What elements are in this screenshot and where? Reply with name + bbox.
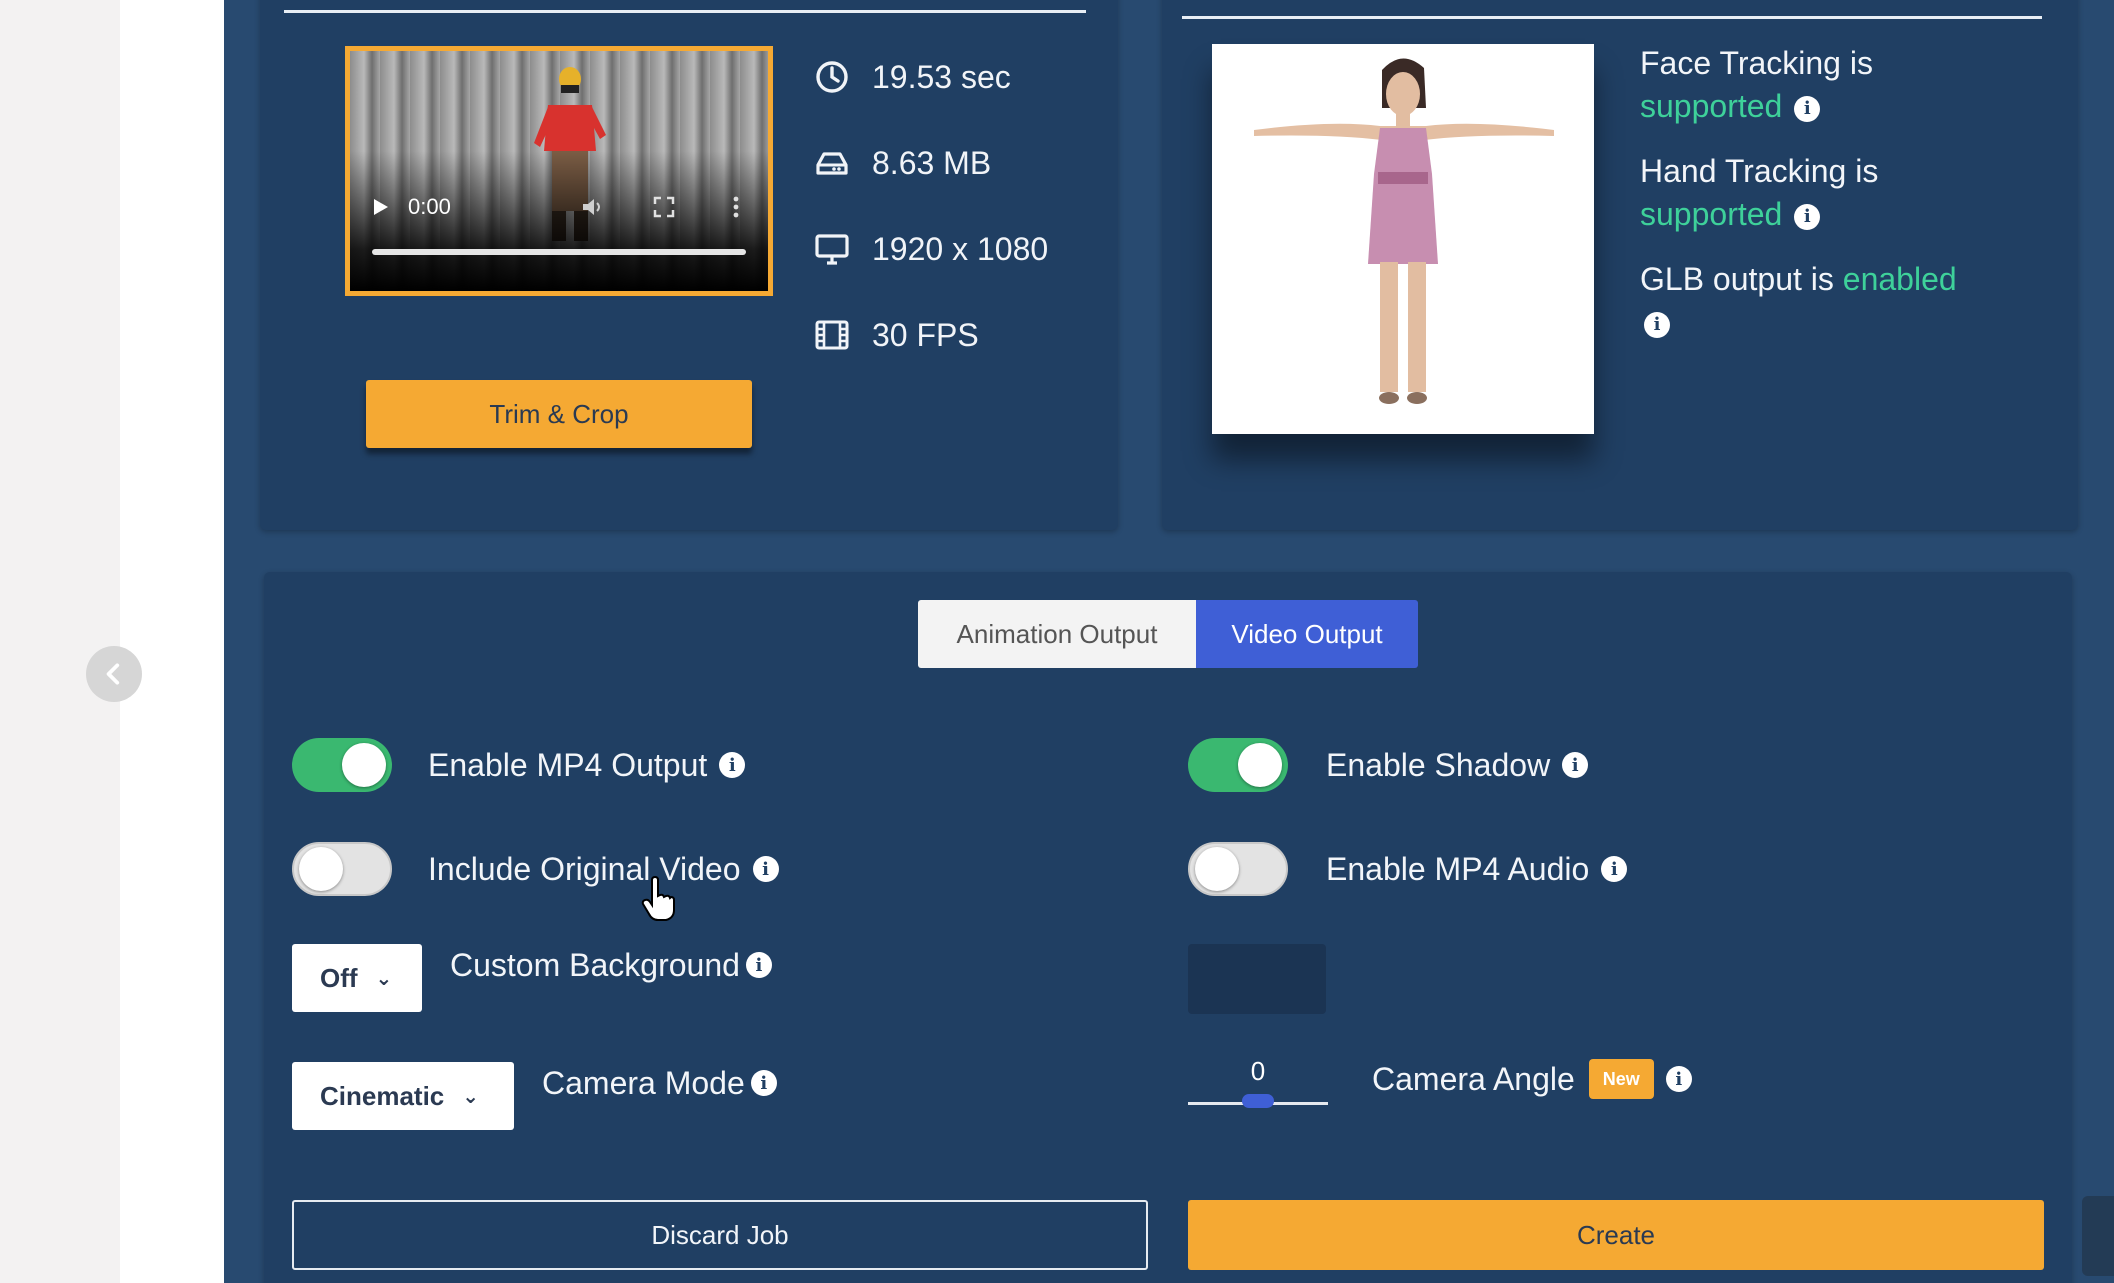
slider-handle[interactable] (1242, 1094, 1274, 1108)
background-color-swatch[interactable] (1188, 944, 1326, 1014)
create-button[interactable]: Create (1188, 1200, 2044, 1270)
output-settings-panel: Animation Output Video Output Enable MP4… (264, 572, 2072, 1283)
hard-drive-icon (816, 152, 848, 175)
trim-crop-button[interactable]: Trim & Crop (366, 380, 752, 448)
stat-resolution: 1920 x 1080 (814, 226, 1048, 272)
main-area: 0:00 19.53 sec 8.63 MB 1920 x 1080 30 FP… (224, 0, 2114, 1283)
discard-job-button[interactable]: Discard Job (292, 1200, 1148, 1270)
camera-mode-select[interactable]: Cinematic ⌄ (292, 1062, 514, 1130)
monitor-icon (815, 234, 849, 265)
output-tabs: Animation Output Video Output (918, 600, 1418, 668)
model-panel: Face Tracking is supported i Hand Trackin… (1162, 0, 2078, 530)
shadow-toggle[interactable] (1188, 738, 1288, 792)
chevron-down-icon: ⌄ (375, 967, 393, 990)
hand-tracking-label: Hand Tracking is (1640, 153, 1879, 189)
original-video-option: Include Original Video i (428, 842, 779, 896)
toggle-knob (299, 847, 343, 891)
glb-output-label: GLB output is (1640, 261, 1834, 297)
hand-tracking-value: supported (1640, 196, 1783, 232)
stat-file-size-value: 8.63 MB (872, 144, 992, 181)
info-icon[interactable]: i (1644, 311, 1670, 338)
volume-icon[interactable] (580, 195, 604, 219)
left-margin (0, 0, 120, 1283)
info-icon[interactable]: i (1794, 203, 1821, 230)
shadow-label: Enable Shadow (1326, 746, 1551, 783)
glb-output-status: GLB output is enabled i (1640, 258, 1957, 344)
film-icon (815, 320, 849, 350)
fullscreen-icon[interactable] (652, 195, 676, 219)
corner-widget[interactable] (2082, 1196, 2114, 1276)
tab-video-output[interactable]: Video Output (1196, 600, 1418, 668)
shadow-option: Enable Shadow i (1326, 738, 1589, 792)
stat-duration-value: 19.53 sec (872, 58, 1011, 95)
chevron-left-icon (106, 663, 120, 685)
stat-framerate: 30 FPS (814, 312, 979, 358)
glb-output-value: enabled (1842, 261, 1957, 297)
toggle-knob (1238, 743, 1282, 787)
original-video-label: Include Original Video (428, 850, 741, 887)
back-button[interactable] (86, 646, 142, 702)
video-info-panel: 0:00 19.53 sec 8.63 MB 1920 x 1080 30 FP… (260, 0, 1118, 530)
info-icon[interactable]: i (745, 952, 772, 978)
camera-angle-option: Camera Angle New i (1372, 1052, 1692, 1106)
custom-background-value: Off (320, 962, 358, 993)
stat-duration: 19.53 sec (814, 54, 1011, 100)
new-badge: New (1588, 1059, 1654, 1099)
info-icon[interactable]: i (1665, 1066, 1692, 1092)
info-icon[interactable]: i (750, 1070, 777, 1096)
mp4-output-toggle[interactable] (292, 738, 392, 792)
face-tracking-value: supported (1640, 88, 1783, 124)
tab-animation-output[interactable]: Animation Output (918, 600, 1196, 668)
panel-divider (1182, 16, 2042, 19)
stat-framerate-value: 30 FPS (872, 316, 979, 353)
camera-angle-slider[interactable]: 0 (1188, 1056, 1328, 1112)
camera-mode-label: Camera Mode (542, 1064, 745, 1101)
video-time: 0:00 (408, 194, 451, 219)
more-options-icon[interactable] (724, 195, 748, 219)
custom-background-label: Custom Background (450, 946, 740, 983)
play-icon[interactable] (370, 197, 390, 217)
white-margin (120, 0, 224, 1283)
custom-background-select[interactable]: Off ⌄ (292, 944, 422, 1012)
stat-file-size: 8.63 MB (814, 140, 991, 186)
toggle-knob (1195, 847, 1239, 891)
info-icon[interactable]: i (752, 856, 779, 882)
mp4-audio-toggle[interactable] (1188, 842, 1288, 896)
stat-resolution-value: 1920 x 1080 (872, 230, 1049, 267)
character-preview (1212, 44, 1594, 434)
mp4-output-label: Enable MP4 Output (428, 746, 708, 783)
toggle-knob (342, 743, 386, 787)
camera-mode-value: Cinematic (320, 1080, 445, 1111)
face-tracking-label: Face Tracking is (1640, 45, 1873, 81)
info-icon[interactable]: i (1562, 752, 1589, 778)
video-player[interactable]: 0:00 (345, 46, 773, 296)
video-controls: 0:00 (370, 189, 748, 225)
camera-angle-value: 0 (1250, 1056, 1266, 1086)
camera-mode-option: Camera Mode i (542, 1056, 777, 1110)
face-tracking-status: Face Tracking is supported i (1640, 42, 1873, 128)
mp4-output-option: Enable MP4 Output i (428, 738, 746, 792)
mp4-audio-option: Enable MP4 Audio i (1326, 842, 1628, 896)
chevron-down-icon: ⌄ (462, 1085, 480, 1108)
video-progress-bar[interactable] (372, 249, 746, 255)
info-icon[interactable]: i (719, 752, 746, 778)
info-icon[interactable]: i (1794, 95, 1821, 122)
panel-divider (284, 10, 1086, 13)
mp4-audio-label: Enable MP4 Audio (1326, 850, 1590, 887)
camera-angle-label: Camera Angle (1372, 1060, 1575, 1097)
original-video-toggle[interactable] (292, 842, 392, 896)
character-model-image (1254, 58, 1554, 404)
clock-icon (816, 61, 848, 93)
hand-cursor-icon (641, 876, 675, 921)
custom-background-option: Custom Background i (450, 938, 772, 992)
info-icon[interactable]: i (1601, 856, 1628, 882)
hand-tracking-status: Hand Tracking is supported i (1640, 150, 1878, 236)
